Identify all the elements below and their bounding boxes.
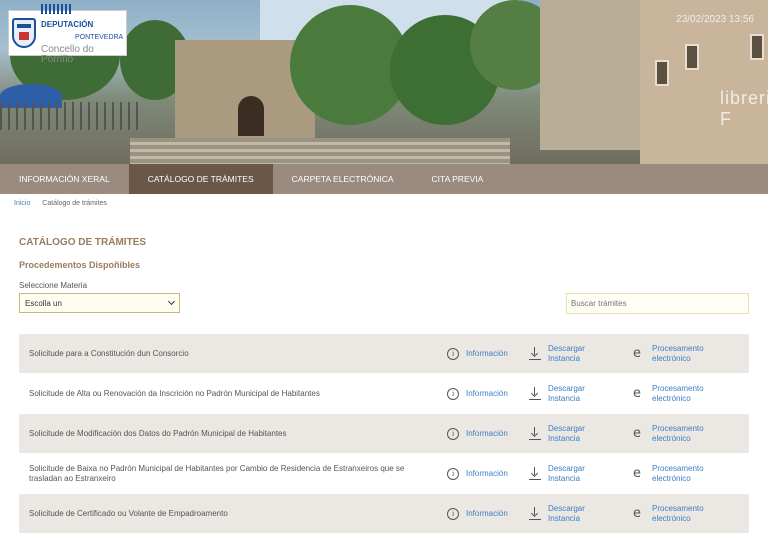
breadcrumb-home-link[interactable]: Inicio bbox=[14, 200, 30, 207]
photo-timestamp: 23/02/2023 13:56 bbox=[676, 14, 754, 25]
download-instance-link[interactable]: Descargar Instancia bbox=[529, 344, 585, 364]
hero-fountain bbox=[540, 0, 650, 150]
download-link-label: Descargar Instancia bbox=[548, 503, 585, 523]
procedure-list: Solicitude para a Constitución dun Conso… bbox=[19, 334, 749, 534]
info-icon bbox=[447, 427, 459, 440]
info-link-label: Información bbox=[466, 348, 508, 358]
info-link-label: Información bbox=[466, 468, 508, 478]
download-link-label: Descargar Instancia bbox=[548, 423, 585, 443]
nav-item-catalogo-tramites[interactable]: CATÁLOGO DE TRÁMITES bbox=[128, 164, 273, 194]
procedure-title: Solicitude de Alta ou Renovación da Insc… bbox=[29, 388, 320, 398]
info-link[interactable]: Información bbox=[447, 387, 508, 400]
download-icon bbox=[529, 467, 541, 481]
page-subtitle: Procedementos Dispoñibles bbox=[19, 260, 141, 270]
procedure-title: Solicitude de Modificación dos Datos do … bbox=[29, 428, 287, 438]
info-icon bbox=[447, 467, 459, 480]
download-link-label: Descargar Instancia bbox=[548, 383, 585, 403]
download-instance-link[interactable]: Descargar Instancia bbox=[529, 424, 585, 444]
e-icon: e bbox=[633, 465, 641, 481]
electronic-processing-link[interactable]: e Procesamento electrónico bbox=[633, 424, 704, 444]
electronic-processing-link[interactable]: e Procesamento electrónico bbox=[633, 344, 704, 364]
procedure-row: Solicitude de Baixa no Padrón Municipal … bbox=[19, 454, 749, 494]
materia-select-value: Escolla un bbox=[25, 298, 62, 308]
logo-bars-icon bbox=[41, 4, 71, 15]
processing-link-label: Procesamento electrónico bbox=[652, 503, 704, 523]
hero-fence bbox=[0, 102, 140, 130]
site-logo[interactable]: DEPUTACIÓN PONTEVEDRA Concello do Porriñ… bbox=[8, 4, 127, 64]
search-input[interactable] bbox=[566, 293, 749, 314]
electronic-processing-link[interactable]: e Procesamento electrónico bbox=[633, 464, 704, 484]
info-link-label: Información bbox=[466, 508, 508, 518]
download-icon bbox=[529, 507, 541, 521]
breadcrumb: Inicio Catálogo de trámites bbox=[14, 200, 107, 207]
info-link[interactable]: Información bbox=[447, 467, 508, 480]
page-title: CATÁLOGO DE TRÁMITES bbox=[19, 237, 147, 248]
download-instance-link[interactable]: Descargar Instancia bbox=[529, 504, 585, 524]
info-link-label: Información bbox=[466, 388, 508, 398]
processing-link-label: Procesamento electrónico bbox=[652, 343, 704, 363]
download-link-label: Descargar Instancia bbox=[548, 343, 585, 363]
nav-item-informacion-xeral[interactable]: INFORMACIÓN XERAL bbox=[0, 164, 129, 194]
procedure-title: Solicitude de Certificado ou Volante de … bbox=[29, 508, 228, 518]
info-icon bbox=[447, 507, 459, 520]
download-instance-link[interactable]: Descargar Instancia bbox=[529, 384, 585, 404]
info-link[interactable]: Información bbox=[447, 507, 508, 520]
chevron-down-icon bbox=[167, 297, 176, 306]
e-icon: e bbox=[633, 425, 641, 441]
info-link[interactable]: Información bbox=[447, 347, 508, 360]
procedure-title: Solicitude de Baixa no Padrón Municipal … bbox=[29, 463, 405, 483]
procedure-row: Solicitude de Certificado ou Volante de … bbox=[19, 494, 749, 534]
hero-sign-text: libreria F bbox=[720, 88, 768, 129]
info-icon bbox=[447, 347, 459, 360]
procedure-title: Solicitude para a Constitución dun Conso… bbox=[29, 348, 189, 358]
coat-of-arms-icon bbox=[12, 18, 36, 48]
hero-window bbox=[750, 34, 764, 60]
logo-text: DEPUTACIÓN PONTEVEDRA Concello do Porriñ… bbox=[41, 2, 123, 65]
e-icon: e bbox=[633, 385, 641, 401]
hero-window bbox=[685, 44, 699, 70]
processing-link-label: Procesamento electrónico bbox=[652, 423, 704, 443]
logo-concello: Concello do Porriño bbox=[41, 43, 94, 65]
main-nav: INFORMACIÓN XERAL CATÁLOGO DE TRÁMITES C… bbox=[0, 164, 768, 194]
download-link-label: Descargar Instancia bbox=[548, 463, 585, 483]
hero-window bbox=[655, 60, 669, 86]
electronic-processing-link[interactable]: e Procesamento electrónico bbox=[633, 504, 704, 524]
info-link[interactable]: Información bbox=[447, 427, 508, 440]
nav-item-cita-previa[interactable]: CITA PREVIA bbox=[413, 164, 503, 194]
e-icon: e bbox=[633, 345, 641, 361]
download-icon bbox=[529, 387, 541, 401]
info-link-label: Información bbox=[466, 428, 508, 438]
download-icon bbox=[529, 347, 541, 361]
electronic-processing-link[interactable]: e Procesamento electrónico bbox=[633, 384, 704, 404]
procedure-row: Solicitude para a Constitución dun Conso… bbox=[19, 334, 749, 374]
procedure-row: Solicitude de Modificación dos Datos do … bbox=[19, 414, 749, 454]
hero-steps bbox=[130, 138, 510, 164]
e-icon: e bbox=[633, 505, 641, 521]
nav-item-carpeta-electronica[interactable]: CARPETA ELECTRÓNICA bbox=[273, 164, 413, 194]
logo-pontevedra: PONTEVEDRA bbox=[75, 33, 124, 41]
logo-deputacion: DEPUTACIÓN bbox=[41, 20, 94, 30]
select-label: Seleccione Materia bbox=[19, 281, 88, 290]
materia-select[interactable]: Escolla un bbox=[19, 293, 180, 313]
processing-link-label: Procesamento electrónico bbox=[652, 383, 704, 403]
download-icon bbox=[529, 427, 541, 441]
hero-church-door bbox=[238, 96, 264, 136]
download-instance-link[interactable]: Descargar Instancia bbox=[529, 464, 585, 484]
procedure-row: Solicitude de Alta ou Renovación da Insc… bbox=[19, 374, 749, 414]
processing-link-label: Procesamento electrónico bbox=[652, 463, 704, 483]
breadcrumb-current: Catálogo de trámites bbox=[42, 200, 107, 207]
info-icon bbox=[447, 387, 459, 400]
